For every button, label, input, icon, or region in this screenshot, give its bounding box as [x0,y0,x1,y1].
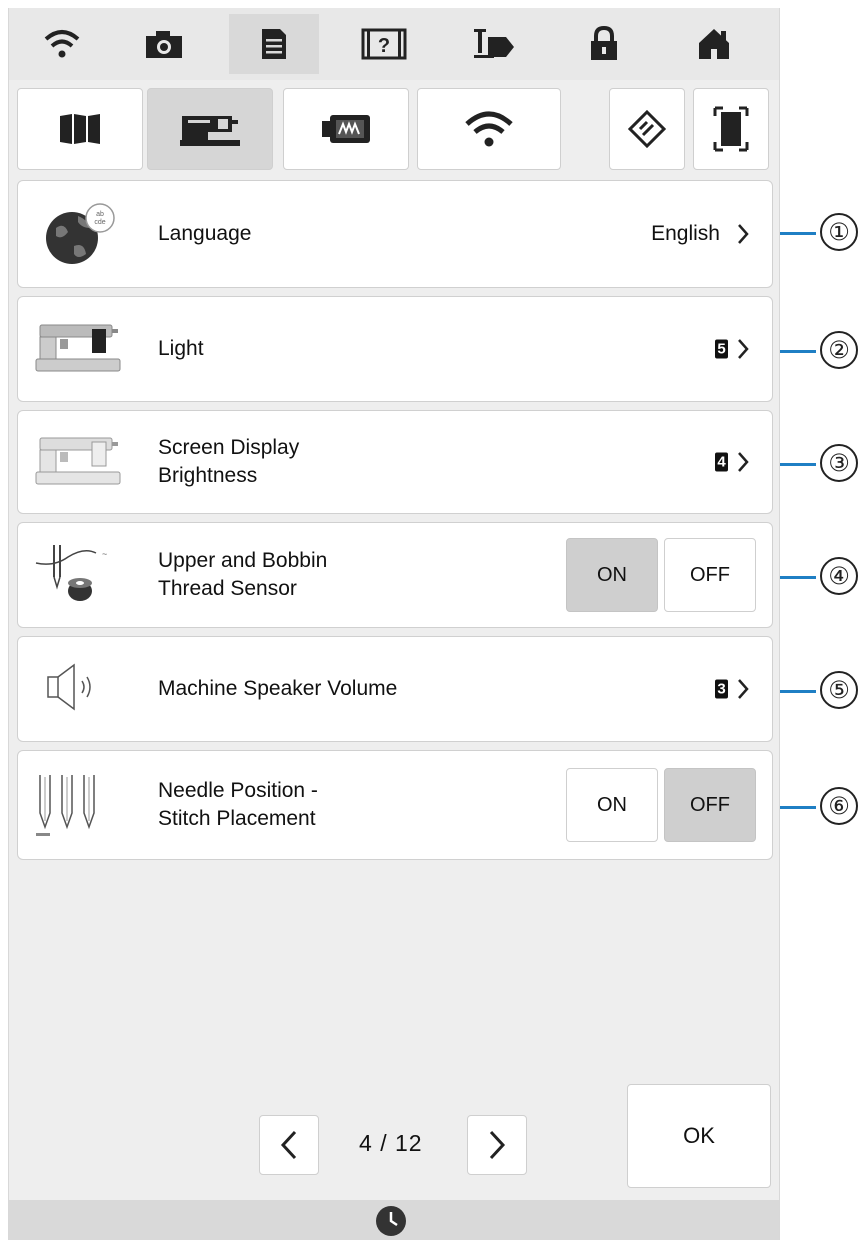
screenshot-icon [713,106,749,152]
page-current: 4 [359,1130,373,1156]
chevron-right-icon[interactable] [736,450,750,474]
sewing-machine-light-icon [34,317,134,381]
needle-position-off-button[interactable]: OFF [664,768,756,842]
tab-embroidery-settings[interactable] [283,88,409,170]
embroidery-settings-icon [322,115,370,143]
callout-2: ② [780,331,862,371]
setting-label: Screen Display Brightness [158,436,300,487]
bottom-bar [9,1200,779,1240]
callout-5: ⑤ [780,671,862,711]
light-level-value: 5 [715,339,728,359]
setting-row-language[interactable]: ab cde Language English [17,180,773,288]
chevron-right-icon [489,1130,506,1160]
callout-3: ③ [780,444,862,484]
setting-label: Upper and Bobbin Thread Sensor [158,549,328,600]
svg-text:?: ? [378,35,390,57]
help-icon[interactable]: ? [339,14,429,74]
callout-4: ④ [780,557,862,597]
page-total: 12 [394,1130,423,1156]
svg-text:cde: cde [94,219,105,226]
setting-row-speaker-volume[interactable]: Machine Speaker Volume 3 [17,636,773,742]
svg-text:~: ~ [102,549,107,559]
setting-label: Light [158,337,204,360]
chevron-left-icon [280,1130,297,1160]
globe-icon: ab cde [34,202,134,266]
lock-icon[interactable] [559,14,649,74]
page-separator: / [380,1130,388,1156]
chevron-right-icon[interactable] [736,677,750,701]
presser-foot-icon[interactable] [449,14,539,74]
camera-icon[interactable] [119,14,209,74]
setting-row-light[interactable]: Light 5 [17,296,773,402]
tab-machine-settings[interactable] [147,88,273,170]
thread-sensor-on-button[interactable]: ON [566,538,658,612]
settings-page-icon[interactable] [229,14,319,74]
chevron-right-icon[interactable] [736,337,750,361]
screenshot-button[interactable] [693,88,769,170]
ok-button[interactable]: OK [627,1084,771,1188]
needle-position-icon [34,773,134,837]
memory-icon [628,110,666,148]
tab-sewing-settings[interactable] [17,88,143,170]
setting-row-thread-sensor: ~ Upper and Bobbin Thread Sensor ON OFF [17,522,773,628]
home-icon[interactable] [669,14,759,74]
setting-label: Machine Speaker Volume [158,677,398,700]
chevron-right-icon[interactable] [736,222,750,246]
sewing-settings-icon [60,114,100,144]
settings-screen: ? ab cde Language English Light 5 Screen… [8,8,780,1240]
callout-6: ⑥ [780,787,862,827]
language-value[interactable]: English [651,222,720,246]
wireless-settings-icon [465,111,513,147]
thread-sensor-off-button[interactable]: OFF [664,538,756,612]
volume-level-value: 3 [715,679,728,699]
machine-settings-icon [180,116,240,146]
top-toolbar: ? [9,8,779,80]
setting-row-needle-position: Needle Position - Stitch Placement ON OF… [17,750,773,860]
page-indicator: 4 / 12 [359,1130,423,1157]
setting-label: Language [158,222,252,245]
memory-button[interactable] [609,88,685,170]
setting-label: Needle Position - Stitch Placement [158,779,318,830]
brightness-level-value: 4 [715,452,728,472]
setting-row-screen-brightness[interactable]: Screen Display Brightness 4 [17,410,773,514]
page-next-button[interactable] [467,1115,527,1175]
sewing-machine-screen-icon [34,430,134,494]
wifi-icon[interactable] [17,14,107,74]
clock-icon[interactable] [374,1204,408,1238]
needle-position-on-button[interactable]: ON [566,768,658,842]
thread-sensor-icon: ~ [34,543,134,607]
page-prev-button[interactable] [259,1115,319,1175]
speaker-icon [34,657,134,721]
tab-wireless-settings[interactable] [417,88,561,170]
callout-1: ① [780,213,862,253]
svg-text:ab: ab [96,211,104,218]
